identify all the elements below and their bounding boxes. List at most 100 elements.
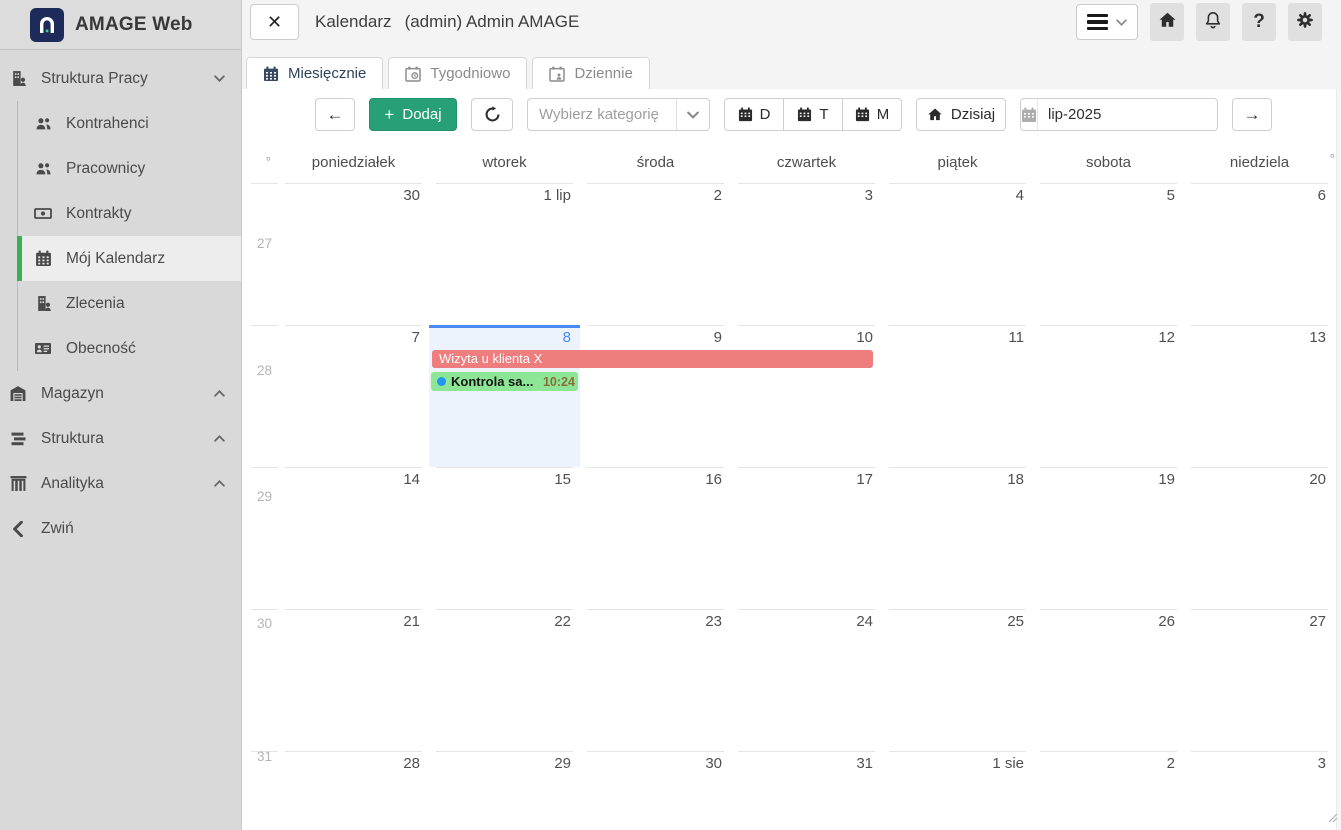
day-cell[interactable]: 24 — [731, 609, 882, 751]
settings-button[interactable] — [1288, 3, 1322, 41]
weekday-label: piątek — [882, 154, 1033, 175]
main-menu-button[interactable] — [1076, 4, 1138, 40]
date-picker[interactable] — [1020, 98, 1218, 131]
day-cell[interactable]: 16 — [580, 467, 731, 609]
day-cell[interactable]: 22 — [429, 609, 580, 751]
users-icon — [33, 161, 53, 177]
weekday-label: niedziela — [1184, 154, 1335, 175]
event-multi-day[interactable]: Wizyta u klienta X — [432, 350, 873, 368]
day-cell[interactable]: 19 — [1033, 467, 1184, 609]
sidebar-item-struktura[interactable]: Struktura — [0, 416, 241, 461]
day-cell[interactable]: 4 — [882, 183, 1033, 325]
view-day-button[interactable]: D — [724, 98, 784, 131]
day-cell[interactable]: 5 — [1033, 183, 1184, 325]
day-cell[interactable]: 20 — [1184, 467, 1335, 609]
add-event-button[interactable]: Dodaj — [369, 98, 457, 131]
sidebar-item-analityka[interactable]: Analityka — [0, 461, 241, 506]
sidebar: AMAGE Web Struktura Pracy Kontrahenci — [0, 0, 242, 830]
day-cell[interactable]: 21 — [278, 609, 429, 751]
calendar-icon — [855, 107, 870, 122]
sidebar-nav: Struktura Pracy Kontrahenci Pracownicy — [0, 50, 241, 551]
chevron-left-icon — [8, 521, 28, 537]
resize-handle-icon[interactable] — [1325, 810, 1338, 828]
next-period-button[interactable]: → — [1232, 98, 1272, 131]
day-cell[interactable]: 13 — [1184, 325, 1335, 467]
sidebar-item-obecnosc[interactable]: Obecność — [18, 326, 241, 371]
day-cell[interactable]: 12 — [1033, 325, 1184, 467]
chevron-down-icon — [1116, 19, 1127, 26]
refresh-button[interactable] — [471, 98, 513, 131]
tab-monthly[interactable]: Miesięcznie — [246, 57, 383, 89]
refresh-icon — [484, 106, 501, 123]
weekday-label: sobota — [1033, 154, 1184, 175]
view-switch-group: D T M — [724, 98, 902, 131]
day-cell[interactable]: 3 — [731, 183, 882, 325]
main-header: ✕ Kalendarz (admin) Admin AMAGE — [242, 0, 1341, 44]
close-button[interactable]: ✕ — [250, 4, 299, 40]
sidebar-item-kontrakty[interactable]: Kontrakty — [18, 191, 241, 236]
home-button[interactable] — [1150, 3, 1184, 41]
prev-period-button[interactable]: ← — [315, 98, 355, 131]
weekday-row: poniedziałek wtorek środa czwartek piąte… — [278, 154, 1335, 175]
hierarchy-icon — [8, 431, 28, 447]
sidebar-collapse-button[interactable]: Zwiń — [0, 506, 241, 551]
sidebar-item-kontrahenci[interactable]: Kontrahenci — [18, 101, 241, 146]
day-cell[interactable]: 17 — [731, 467, 882, 609]
calendar-icon — [797, 107, 812, 122]
sidebar-item-moj-kalendarz[interactable]: Mój Kalendarz — [18, 236, 241, 281]
day-cell[interactable]: 3 — [1184, 751, 1335, 830]
day-cell[interactable]: 14 — [278, 467, 429, 609]
view-day-label: D — [760, 106, 771, 123]
day-cell[interactable]: 30 — [580, 751, 731, 830]
sidebar-item-label: Analityka — [41, 475, 104, 493]
day-cell[interactable]: 27 — [1184, 609, 1335, 751]
view-week-button[interactable]: T — [783, 98, 843, 131]
day-cell[interactable]: 1 lip — [429, 183, 580, 325]
chevron-down-icon — [676, 99, 709, 130]
tab-daily[interactable]: Dziennie — [532, 57, 649, 89]
day-cell[interactable]: 1 sie — [882, 751, 1033, 830]
notifications-button[interactable] — [1196, 3, 1230, 41]
day-cell[interactable]: 11 — [882, 325, 1033, 467]
tab-label: Dziennie — [574, 65, 632, 82]
day-cell[interactable]: 29 — [429, 751, 580, 830]
day-cell[interactable]: 30 — [278, 183, 429, 325]
today-button[interactable]: Dzisiaj — [916, 98, 1006, 131]
event-category-dot — [437, 377, 446, 386]
day-cell[interactable]: 2 — [1033, 751, 1184, 830]
day-cell-today[interactable]: 8 — [429, 325, 580, 467]
day-cell[interactable]: 25 — [882, 609, 1033, 751]
sidebar-item-struktura-pracy[interactable]: Struktura Pracy — [0, 56, 241, 101]
category-select[interactable]: Wybierz kategorię — [527, 98, 710, 131]
scrollbar-track[interactable] — [1336, 89, 1341, 830]
day-cell[interactable]: 6 — [1184, 183, 1335, 325]
gear-icon — [1296, 11, 1314, 34]
view-tabs: Miesięcznie Tygodniowo Dziennie — [246, 57, 650, 89]
id-card-icon — [33, 341, 53, 356]
sidebar-item-magazyn[interactable]: Magazyn — [0, 371, 241, 416]
event-timed[interactable]: Kontrola sa... 10:24 — [431, 372, 578, 391]
sidebar-item-zlecenia[interactable]: Zlecenia — [18, 281, 241, 326]
today-button-label: Dzisiaj — [951, 106, 995, 123]
calendar-week-row: 29 14 15 16 17 18 19 20 — [242, 467, 1335, 609]
day-cell[interactable]: 18 — [882, 467, 1033, 609]
view-month-button[interactable]: M — [842, 98, 902, 131]
day-cell[interactable]: 15 — [429, 467, 580, 609]
weekday-label: poniedziałek — [278, 154, 429, 175]
tab-weekly[interactable]: Tygodniowo — [388, 57, 527, 89]
sidebar-item-label: Struktura Pracy — [41, 70, 148, 88]
day-cell[interactable]: 31 — [731, 751, 882, 830]
day-cell[interactable]: 23 — [580, 609, 731, 751]
day-cell[interactable]: 26 — [1033, 609, 1184, 751]
sidebar-item-label: Struktura — [41, 430, 104, 448]
chevron-up-icon — [214, 435, 225, 442]
day-cell[interactable]: 10 — [731, 325, 882, 467]
weekday-label: środa — [580, 154, 731, 175]
day-cell[interactable]: 28 — [278, 751, 429, 830]
sidebar-item-pracownicy[interactable]: Pracownicy — [18, 146, 241, 191]
day-cell[interactable]: 7 — [278, 325, 429, 467]
day-cell[interactable]: 9 — [580, 325, 731, 467]
help-button[interactable] — [1242, 3, 1276, 41]
date-picker-input[interactable] — [1038, 106, 1247, 123]
day-cell[interactable]: 2 — [580, 183, 731, 325]
